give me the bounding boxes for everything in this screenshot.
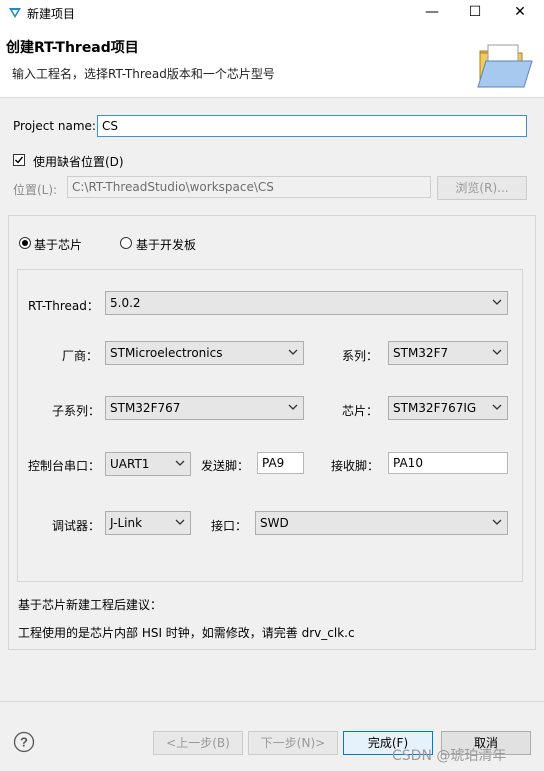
help-glyph: ?: [20, 735, 28, 750]
close-button[interactable]: ✕: [500, 0, 540, 25]
wizard-description: 输入工程名，选择RT-Thread版本和一个芯片型号: [12, 67, 275, 81]
chip-radio-label: 基于芯片: [34, 238, 83, 252]
chip-settings-panel: [17, 269, 523, 582]
subseries-select[interactable]: STM32F767: [105, 396, 304, 420]
console-uart-label: 控制台串口：: [28, 459, 101, 473]
project-name-label: Project name:: [13, 119, 96, 133]
location-label: 位置(L):: [13, 183, 58, 197]
window-title: 新建项目: [27, 7, 76, 21]
chip-value: STM32F767IG: [393, 401, 477, 415]
vendor-value: STMicroelectronics: [110, 346, 223, 360]
location-input[interactable]: C:\RT-ThreadStudio\workspace\CS: [67, 176, 431, 198]
project-name-input[interactable]: CS: [97, 115, 527, 137]
rx-pin-label: 接收脚：: [331, 459, 380, 473]
rtthread-version-select[interactable]: 5.0.2: [105, 291, 508, 315]
wizard-header: 创建RT-Thread项目 输入工程名，选择RT-Thread版本和一个芯片型号: [0, 25, 544, 98]
console-uart-select[interactable]: UART1: [105, 452, 191, 476]
chevron-down-icon: [288, 404, 298, 410]
help-icon[interactable]: ?: [13, 731, 35, 753]
rtthread-version-value: 5.0.2: [110, 296, 141, 310]
chevron-down-icon: [288, 349, 298, 355]
default-location-label: 使用缺省位置(D): [33, 155, 124, 169]
interface-select[interactable]: SWD: [255, 511, 508, 535]
default-location-checkbox[interactable]: [13, 154, 25, 166]
console-uart-value: UART1: [110, 457, 150, 471]
board-radio[interactable]: [120, 237, 132, 249]
advice-title: 基于芯片新建工程后建议：: [18, 598, 163, 612]
chip-select[interactable]: STM32F767IG: [388, 396, 508, 420]
folder-icon: [477, 44, 533, 88]
chevron-down-icon: [492, 299, 502, 305]
series-label: 系列：: [342, 349, 379, 363]
back-button[interactable]: <上一步(B): [153, 731, 243, 755]
footer-divider: [0, 701, 544, 702]
wizard-title: 创建RT-Thread项目: [6, 40, 139, 56]
board-radio-label: 基于开发板: [136, 238, 197, 252]
tx-pin-input[interactable]: PA9: [257, 452, 304, 474]
check-icon: [15, 156, 24, 164]
chevron-down-icon: [492, 404, 502, 410]
minimize-button[interactable]: —: [412, 0, 452, 25]
csdn-watermark: CSDN @琥珀清年: [392, 748, 507, 764]
debugger-value: J-Link: [110, 516, 143, 530]
series-value: STM32F7: [393, 346, 449, 360]
chevron-down-icon: [175, 460, 185, 466]
series-select[interactable]: STM32F7: [388, 341, 508, 365]
app-logo-icon: [9, 8, 21, 18]
chip-radio[interactable]: [19, 237, 31, 249]
title-bar: 新建项目 — ☐ ✕: [0, 0, 544, 25]
next-button[interactable]: 下一步(N)>: [248, 731, 338, 755]
advice-text: 工程使用的是芯片内部 HSI 时钟，如需修改，请完善 drv_clk.c: [18, 626, 355, 640]
chevron-down-icon: [492, 349, 502, 355]
maximize-button[interactable]: ☐: [455, 0, 495, 25]
browse-button[interactable]: 浏览(R)...: [437, 176, 527, 200]
interface-label: 接口：: [211, 519, 248, 533]
debugger-select[interactable]: J-Link: [105, 511, 191, 535]
debugger-label: 调试器：: [52, 519, 101, 533]
vendor-label: 厂商：: [62, 349, 99, 363]
vendor-select[interactable]: STMicroelectronics: [105, 341, 304, 365]
chevron-down-icon: [492, 519, 502, 525]
chip-label: 芯片：: [342, 404, 379, 418]
tx-pin-label: 发送脚：: [201, 459, 250, 473]
rx-pin-input[interactable]: PA10: [388, 452, 508, 474]
rtthread-version-label: RT-Thread：: [28, 299, 99, 313]
subseries-value: STM32F767: [110, 401, 181, 415]
subseries-label: 子系列：: [52, 404, 101, 418]
chevron-down-icon: [175, 519, 185, 525]
interface-value: SWD: [260, 516, 289, 530]
